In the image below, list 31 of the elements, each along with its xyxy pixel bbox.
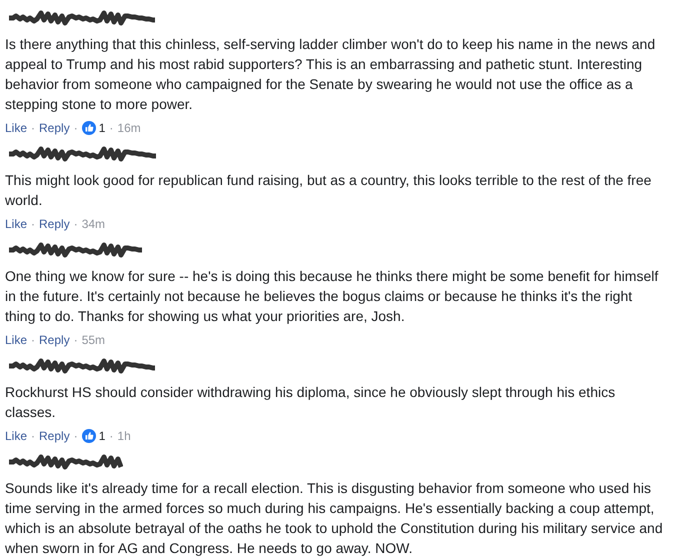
comment-text: Is there anything that this chinless, self-serving ladder climber won't do to keep his name in the news and appeal to Trump and his most rabid supporters? This is an embarrassing and pathetic stunt. Interesting behavior from someone who campaigned for the Senate by swearing he would not use the office as a stepping stone to more power. [5,35,656,114]
separator-dot: · [31,216,36,232]
thumbs-up-icon [82,121,96,135]
separator-dot: · [31,428,36,444]
timestamp: 34m [82,216,106,232]
separator-dot: · [74,332,78,348]
timestamp: 55m [82,332,106,348]
comment-text: This might look good for republican fund raising, but as a country, this looks terrible to the rest of the free world. [5,171,652,210]
action-link[interactable]: Reply [39,428,70,444]
like-count: 1 [98,428,106,444]
like-count: 1 [98,120,106,136]
action-link[interactable]: Reply [39,216,70,232]
comment-text: Sounds like it's already time for a recall election. This is disgusting behavior from someone who used his time serving in the armed forces so much during his campaigns. He's essentially backing a coup attempt, which is an absolute betrayal of the oaths he took to uphold the Constitution during his military service and when sworn in for AG and Congress. He needs to go away. NOW. [5,479,664,557]
action-link[interactable]: Like [5,332,28,348]
timestamp: 1h [117,428,131,444]
action-link[interactable]: Like [5,216,28,232]
separator-dot: · [109,120,114,136]
separator-dot: · [74,216,78,232]
separator-dot: · [31,332,36,348]
separator-dot: · [74,120,78,136]
comment-text: Rockhurst HS should consider withdrawing his diploma, since he obviously slept through his ethics classes. [5,383,616,422]
timestamp: 16m [117,120,141,136]
separator-dot: · [109,428,114,444]
action-link[interactable]: Like [5,428,28,444]
thumbs-up-icon [82,429,96,443]
action-link[interactable]: Like [5,120,28,136]
separator-dot: · [74,428,78,444]
action-link[interactable]: Reply [39,120,70,136]
action-link[interactable]: Reply [39,332,70,348]
comment-text: One thing we know for sure -- he's is doing this because he thinks there might be some benefit for himself in the future. It's certainly not because he believes the bogus claims or because he thinks it's the right thing to do. Thanks for showing us what your priorities are, Josh. [5,267,660,326]
separator-dot: · [31,120,36,136]
